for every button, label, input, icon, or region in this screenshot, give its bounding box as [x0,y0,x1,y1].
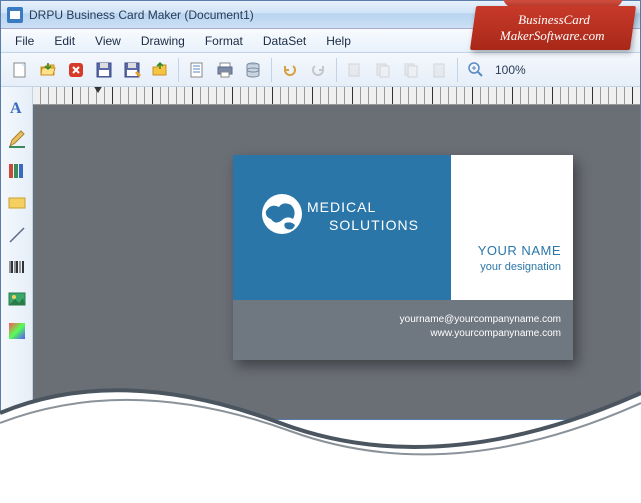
save-button[interactable] [91,57,117,83]
svg-text:A: A [10,100,22,117]
print-button[interactable] [212,57,238,83]
design-canvas[interactable]: MEDICAL SOLUTIONS YOUR NAME your designa… [33,105,640,419]
library-tool[interactable] [5,159,29,183]
card-name: YOUR NAME [478,243,561,258]
business-card[interactable]: MEDICAL SOLUTIONS YOUR NAME your designa… [233,155,573,360]
menu-format[interactable]: Format [195,31,253,51]
card-title-line2: SOLUTIONS [329,217,419,233]
work-area: A MEDICAL SOLUTIONS YOUR [1,87,640,419]
properties-button[interactable] [184,57,210,83]
canvas-wrapper: MEDICAL SOLUTIONS YOUR NAME your designa… [33,87,640,419]
toolbar-separator [457,58,458,82]
card-website: www.yourcompanyname.com [430,328,561,339]
database-button[interactable] [240,57,266,83]
menu-help[interactable]: Help [316,31,361,51]
horizontal-ruler[interactable] [33,87,640,105]
ruler-marker-icon [93,87,103,93]
barcode-tool[interactable] [5,255,29,279]
line-tool[interactable] [5,223,29,247]
menu-edit[interactable]: Edit [44,31,85,51]
globe-icon [261,193,303,235]
paste-button[interactable] [398,57,424,83]
card-bottom-panel: yourname@yourcompanyname.com www.yourcom… [233,300,573,360]
toolbar-separator [271,58,272,82]
menu-drawing[interactable]: Drawing [131,31,195,51]
delete-button[interactable] [426,57,452,83]
app-icon [7,7,23,23]
toolbar-separator [178,58,179,82]
promo-ribbon: BusinessCard MakerSoftware.com [463,0,633,62]
card-title-line1: MEDICAL [307,199,376,215]
app-window: DRPU Business Card Maker (Document1) Fil… [0,0,641,420]
text-tool[interactable]: A [5,95,29,119]
card-designation: your designation [480,261,561,273]
cut-button[interactable] [342,57,368,83]
color-tool[interactable] [5,319,29,343]
card-white-panel: YOUR NAME your designation [451,155,573,300]
copy-button[interactable] [370,57,396,83]
ribbon-line1: BusinessCard [518,12,590,28]
open-button[interactable] [35,57,61,83]
new-button[interactable] [7,57,33,83]
zoom-value[interactable]: 100% [495,63,526,77]
rectangle-tool[interactable] [5,191,29,215]
window-title: DRPU Business Card Maker (Document1) [29,8,254,22]
redo-button[interactable] [305,57,331,83]
undo-button[interactable] [277,57,303,83]
toolbar-separator [336,58,337,82]
save-as-button[interactable] [119,57,145,83]
close-button[interactable] [63,57,89,83]
pencil-tool[interactable] [5,127,29,151]
card-blue-panel: MEDICAL SOLUTIONS [233,155,451,300]
export-button[interactable] [147,57,173,83]
ribbon-line2: MakerSoftware.com [500,28,605,44]
side-toolbar: A [1,87,33,419]
card-email: yourname@yourcompanyname.com [400,314,561,325]
menu-view[interactable]: View [85,31,131,51]
menu-file[interactable]: File [5,31,44,51]
image-tool[interactable] [5,287,29,311]
menu-dataset[interactable]: DataSet [253,31,316,51]
